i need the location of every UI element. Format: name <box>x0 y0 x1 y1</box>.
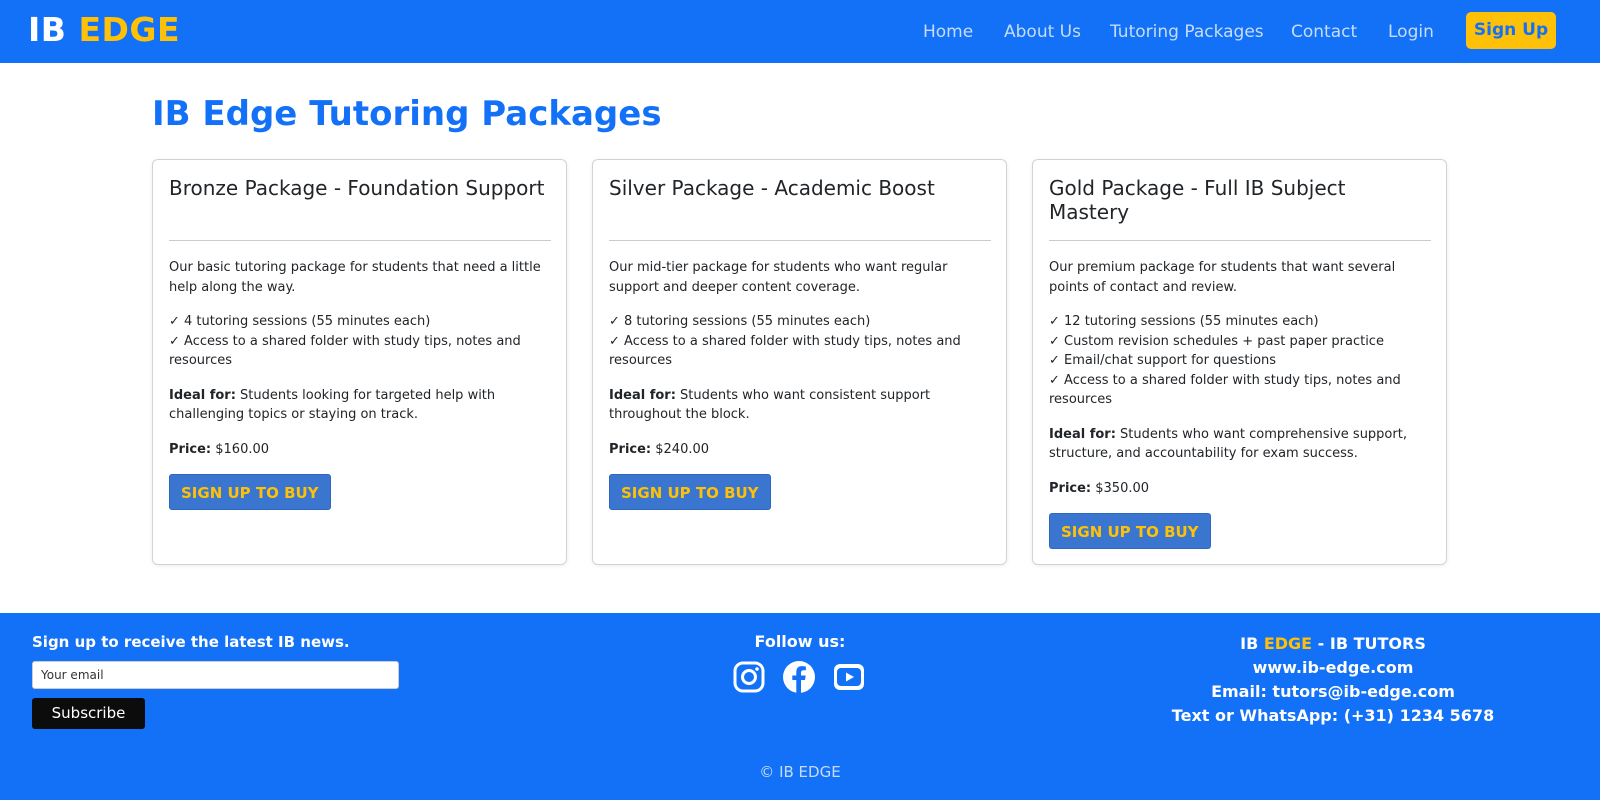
package-description: Our premium package for students that wa… <box>1049 260 1396 295</box>
nav-tutoring-packages[interactable]: Tutoring Packages <box>1110 20 1264 44</box>
feature-item: ✓ Access to a shared folder with study t… <box>609 333 961 369</box>
contact-info: IB EDGE - IB TUTORS www.ib-edge.com Emai… <box>1133 632 1533 728</box>
package-title: Gold Package - Full IB Subject Mastery <box>1049 176 1346 224</box>
package-body: Our mid-tier package for students who wa… <box>609 258 994 510</box>
facebook-icon[interactable] <box>782 660 816 694</box>
contact-ib: IB <box>1240 634 1264 653</box>
package-ideal: Ideal for: Students who want consistent … <box>609 386 994 425</box>
price-label: Price: <box>609 441 652 457</box>
package-price: Price: $240.00 <box>609 440 994 460</box>
buy-button-bronze[interactable]: SIGN UP TO BUY <box>169 474 331 510</box>
nav-contact[interactable]: Contact <box>1291 20 1357 44</box>
email-field[interactable] <box>32 661 399 689</box>
copyright: © IB EDGE <box>759 763 841 781</box>
package-card-gold: Gold Package - Full IB Subject Mastery O… <box>1032 159 1447 565</box>
contact-email[interactable]: Email: tutors@ib-edge.com <box>1133 680 1533 704</box>
contact-suffix: - IB TUTORS <box>1312 634 1426 653</box>
footer: Sign up to receive the latest IB news. S… <box>0 613 1600 800</box>
contact-phone: Text or WhatsApp: (+31) 1234 5678 <box>1171 706 1495 725</box>
feature-item: ✓ 8 tutoring sessions (55 minutes each) <box>609 314 871 329</box>
brand-edge: EDGE <box>78 10 181 49</box>
feature-item: ✓ Access to a shared folder with study t… <box>169 333 521 369</box>
price-value: $350.00 <box>1091 480 1150 496</box>
price-label: Price: <box>1049 480 1092 496</box>
buy-button-gold[interactable]: SIGN UP TO BUY <box>1049 513 1211 549</box>
package-price: Price: $160.00 <box>169 440 554 460</box>
package-price: Price: $350.00 <box>1049 479 1434 499</box>
brand-ib: IB <box>28 10 67 49</box>
feature-item: ✓ 4 tutoring sessions (55 minutes each) <box>169 314 431 329</box>
youtube-icon[interactable] <box>832 660 866 694</box>
feature-item: ✓ Access to a shared folder with study t… <box>1049 372 1401 408</box>
package-card-bronze: Bronze Package - Foundation Support Our … <box>152 159 567 565</box>
navbar: IB EDGE Home About Us Tutoring Packages … <box>0 0 1600 63</box>
contact-website[interactable]: www.ib-edge.com <box>1133 656 1533 680</box>
ideal-label: Ideal for: <box>609 387 676 403</box>
subscribe-button[interactable]: Subscribe <box>32 698 145 729</box>
nav-home[interactable]: Home <box>923 20 973 44</box>
package-features: ✓ 12 tutoring sessions (55 minutes each)… <box>1049 312 1434 410</box>
package-features: ✓ 8 tutoring sessions (55 minutes each) … <box>609 312 994 371</box>
follow-label: Follow us: <box>754 632 846 651</box>
divider <box>1049 240 1431 241</box>
brand-logo[interactable]: IB EDGE <box>28 10 180 50</box>
package-ideal: Ideal for: Students who want comprehensi… <box>1049 425 1434 464</box>
instagram-icon[interactable] <box>732 660 766 694</box>
package-ideal: Ideal for: Students looking for targeted… <box>169 386 554 425</box>
contact-edge: EDGE <box>1263 634 1313 653</box>
feature-item: ✓ Custom revision schedules + past paper… <box>1049 333 1384 349</box>
divider <box>609 240 991 241</box>
contact-heading: IB EDGE - IB TUTORS <box>1133 632 1533 656</box>
price-label: Price: <box>169 441 212 457</box>
package-title: Silver Package - Academic Boost <box>609 176 935 200</box>
package-body: Our premium package for students that wa… <box>1049 258 1434 549</box>
nav-login[interactable]: Login <box>1388 20 1434 44</box>
package-title: Bronze Package - Foundation Support <box>169 176 545 200</box>
price-value: $240.00 <box>651 441 710 457</box>
signup-button[interactable]: Sign Up <box>1466 12 1556 49</box>
ideal-label: Ideal for: <box>1049 426 1116 442</box>
page-title: IB Edge Tutoring Packages <box>152 94 662 134</box>
divider <box>169 240 551 241</box>
ideal-label: Ideal for: <box>169 387 236 403</box>
nav-about-us[interactable]: About Us <box>1004 20 1081 44</box>
newsletter-label: Sign up to receive the latest IB news. <box>32 633 350 651</box>
feature-item: ✓ Email/chat support for questions <box>1049 353 1277 368</box>
price-value: $160.00 <box>211 441 270 457</box>
package-features: ✓ 4 tutoring sessions (55 minutes each) … <box>169 312 554 371</box>
package-card-silver: Silver Package - Academic Boost Our mid-… <box>592 159 1007 565</box>
package-description: Our basic tutoring package for students … <box>169 260 541 295</box>
buy-button-silver[interactable]: SIGN UP TO BUY <box>609 474 771 510</box>
feature-item: ✓ 12 tutoring sessions (55 minutes each) <box>1049 314 1319 329</box>
package-description: Our mid-tier package for students who wa… <box>609 260 948 295</box>
package-body: Our basic tutoring package for students … <box>169 258 554 510</box>
